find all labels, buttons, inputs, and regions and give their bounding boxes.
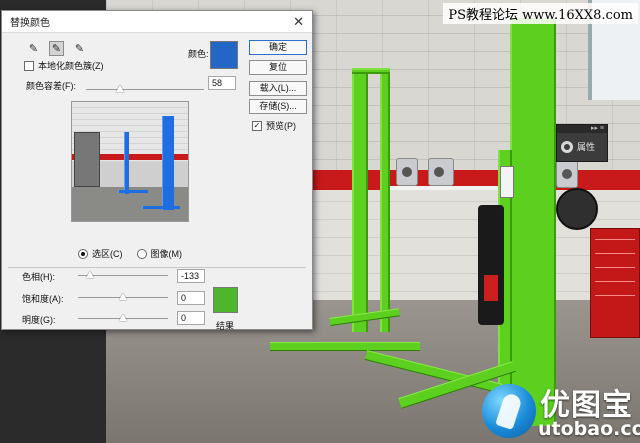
speaker — [428, 158, 454, 186]
hue-slider[interactable] — [78, 271, 168, 278]
radio-image[interactable]: 图像(M) — [136, 247, 183, 260]
eyedropper-add-icon[interactable]: ✎ — [49, 41, 64, 56]
wall-fan — [556, 188, 598, 230]
preview-lift-arm — [142, 206, 180, 209]
lift-post-back — [380, 70, 390, 332]
preview-lift-arm — [118, 190, 148, 193]
load-button[interactable]: 载入(L)... — [249, 81, 307, 96]
red-toolbox — [590, 228, 640, 338]
fuzziness-label: 颜色容差(F): — [26, 81, 76, 91]
localized-clusters-label: 本地化颜色簇(Z) — [38, 61, 104, 71]
radio-selection-label: 选区(C) — [92, 249, 123, 259]
localized-clusters-checkbox[interactable] — [24, 60, 34, 71]
ok-button[interactable]: 确定 — [249, 40, 307, 55]
lift-arm — [270, 342, 420, 351]
saturation-slider[interactable] — [78, 293, 168, 300]
save-button[interactable]: 存储(S)... — [249, 99, 307, 114]
saturation-slider-thumb[interactable] — [119, 293, 127, 300]
preview-row[interactable]: ✓ 预览(P) — [252, 119, 296, 132]
radio-image-dot[interactable] — [136, 248, 147, 259]
properties-label: 属性 — [577, 142, 596, 152]
section-divider — [8, 267, 306, 268]
hydraulic-unit — [478, 205, 504, 325]
preview-mode-radios: 选区(C) 图像(M) — [78, 247, 182, 260]
speaker — [556, 160, 578, 188]
radio-image-label: 图像(M) — [150, 249, 183, 259]
hue-label: 色相(H): — [22, 272, 55, 282]
preview-lift-post — [124, 132, 129, 194]
lightness-input[interactable]: 0 — [177, 311, 205, 325]
fuzziness-slider-thumb[interactable] — [116, 85, 125, 92]
lift-post-front — [510, 18, 556, 426]
reset-button[interactable]: 复位 — [249, 60, 307, 75]
selection-color-swatch[interactable] — [210, 41, 238, 69]
logo-url-text: utobao.com — [538, 418, 640, 440]
radio-selection-dot[interactable] — [78, 248, 88, 259]
hue-slider-thumb[interactable] — [85, 271, 94, 278]
eyedropper-subtract-icon[interactable]: ✎ — [72, 41, 87, 56]
lightness-label: 明度(G): — [22, 315, 56, 325]
lightness-slider[interactable] — [78, 314, 168, 321]
result-color-swatch[interactable] — [213, 287, 238, 313]
lift-post-back — [352, 70, 368, 332]
properties-panel[interactable]: ▸▸ ≡ 属性 — [556, 124, 608, 162]
radio-selection[interactable]: 选区(C) — [78, 247, 123, 260]
utobao-logo: 优图宝 utobao.com — [482, 378, 640, 442]
lightness-slider-thumb[interactable] — [119, 314, 127, 321]
selection-color-label: 颜色: — [188, 49, 209, 59]
logo-mark-icon — [482, 384, 536, 438]
close-icon[interactable]: ✕ — [293, 15, 304, 28]
eyedropper-icon[interactable]: ✎ — [26, 41, 41, 56]
replace-color-dialog: 替换颜色 ✕ ✎ ✎ ✎ 颜色: 本地化颜色簇(Z) 颜色容差(F): 58 选… — [1, 10, 313, 331]
preview-checkbox[interactable]: ✓ — [252, 120, 262, 131]
preview-label: 预览(P) — [266, 121, 296, 131]
lift-control-tag — [500, 166, 514, 198]
saturation-input[interactable]: 0 — [177, 291, 205, 305]
lift-crossbeam — [352, 68, 390, 74]
dialog-title: 替换颜色 — [10, 18, 50, 29]
hue-input[interactable]: -133 — [177, 269, 205, 283]
speaker — [396, 158, 418, 186]
preview-shelf — [74, 132, 100, 187]
speaker-shelf — [390, 186, 510, 190]
selection-preview[interactable] — [71, 101, 189, 222]
preview-lift-post — [162, 116, 174, 210]
fuzziness-input[interactable]: 58 — [208, 76, 236, 90]
dialog-titlebar[interactable]: 替换颜色 ✕ — [2, 11, 312, 33]
saturation-label: 饱和度(A): — [22, 294, 64, 304]
fuzziness-slider[interactable] — [86, 85, 204, 92]
properties-icon — [561, 140, 573, 153]
site-watermark: PS教程论坛 www.16XX8.com — [443, 3, 638, 24]
eyedropper-toolbar: ✎ ✎ ✎ — [26, 41, 87, 56]
panel-menu-icon[interactable]: ▸▸ ≡ — [557, 125, 607, 133]
localized-clusters-row[interactable]: 本地化颜色簇(Z) — [24, 59, 104, 72]
result-label: 结果 — [216, 321, 235, 331]
